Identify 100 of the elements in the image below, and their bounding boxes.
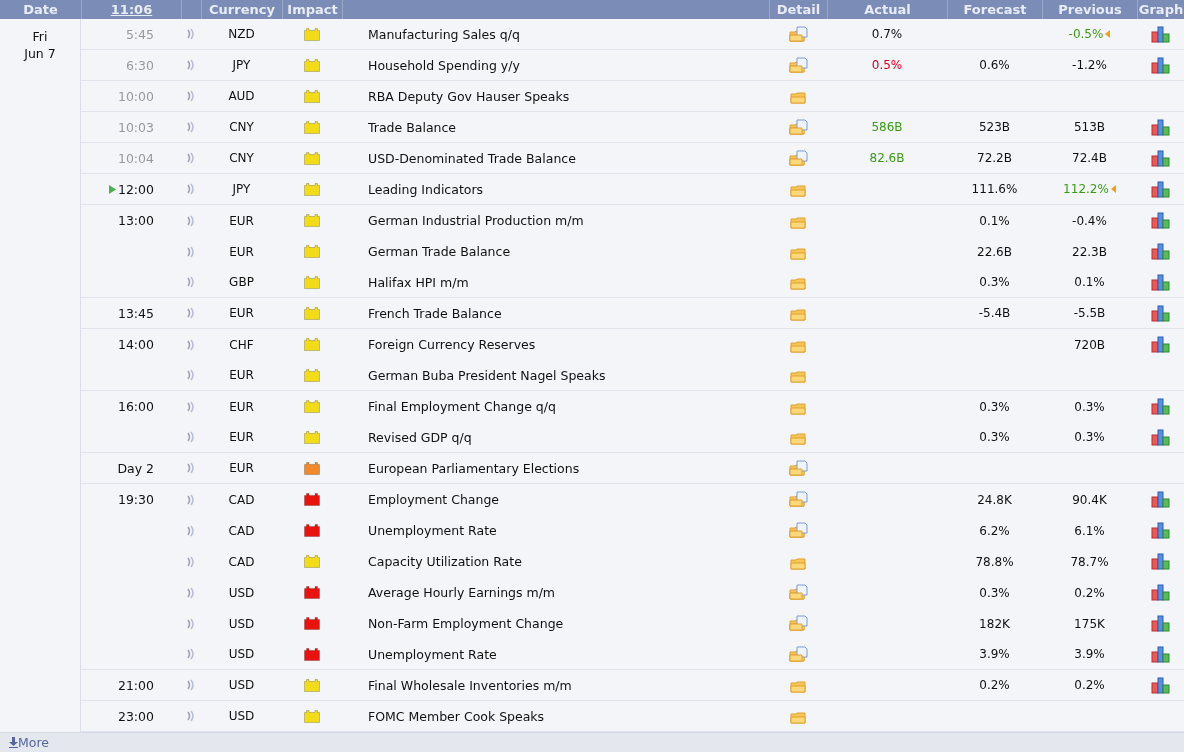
bar-chart-icon[interactable] — [1150, 491, 1170, 508]
bar-chart-icon[interactable] — [1150, 243, 1170, 260]
event-title[interactable]: Non-Farm Employment Change — [368, 616, 564, 631]
folder-document-icon[interactable] — [788, 584, 808, 601]
event-time: 23:00 — [117, 708, 154, 724]
previous-value: 90.4K — [1072, 492, 1107, 507]
event-title[interactable]: Trade Balance — [368, 119, 457, 135]
actual-value: 82.6B — [869, 151, 905, 165]
event-time: Day 2 — [117, 460, 154, 476]
event-title[interactable]: Unemployment Rate — [368, 646, 497, 662]
forecast-value: 0.2% — [979, 678, 1010, 692]
folder-document-icon[interactable] — [788, 149, 808, 167]
sound-icon[interactable] — [187, 28, 195, 40]
sound-icon[interactable] — [187, 586, 195, 599]
bar-chart-icon[interactable] — [1150, 56, 1170, 74]
bar-chart-icon[interactable] — [1150, 25, 1170, 43]
bar-chart-icon[interactable] — [1150, 149, 1170, 167]
sound-icon[interactable] — [187, 276, 195, 288]
sound-icon[interactable] — [187, 524, 195, 537]
bar-chart-icon[interactable] — [1150, 118, 1170, 136]
event-title[interactable]: Revised GDP q/q — [368, 429, 472, 445]
sound-icon[interactable] — [187, 369, 195, 381]
bar-chart-icon[interactable] — [1150, 180, 1170, 198]
bar-chart-icon[interactable] — [1150, 553, 1170, 570]
forecast-value: 182K — [979, 616, 1010, 631]
sound-icon[interactable] — [187, 617, 195, 630]
sound-icon[interactable] — [187, 90, 195, 102]
sound-icon[interactable] — [187, 152, 195, 164]
bar-chart-icon[interactable] — [1150, 212, 1170, 229]
bar-chart-icon[interactable] — [1150, 645, 1170, 663]
bar-chart-icon[interactable] — [1150, 522, 1170, 539]
bar-chart-icon[interactable] — [1150, 336, 1170, 353]
event-time: 16:00 — [117, 399, 154, 414]
sound-icon[interactable] — [187, 710, 195, 722]
event-time: 19:30 — [117, 492, 154, 507]
event-title[interactable]: Employment Change — [368, 492, 500, 507]
play-icon — [108, 184, 116, 194]
event-title[interactable]: German Industrial Production m/m — [368, 213, 584, 228]
event-title[interactable]: Manufacturing Sales q/q — [368, 26, 520, 42]
sound-icon[interactable] — [187, 493, 195, 506]
event-title[interactable]: Final Wholesale Inventories m/m — [368, 677, 572, 693]
bar-chart-icon[interactable] — [1150, 676, 1170, 694]
event-title[interactable]: Capacity Utilization Rate — [368, 554, 522, 569]
event-title[interactable]: Foreign Currency Reserves — [368, 337, 536, 352]
bar-chart-icon[interactable] — [1150, 584, 1170, 601]
sound-icon[interactable] — [187, 121, 195, 133]
previous-value: 175K — [1074, 616, 1105, 631]
forecast-value: 6.2% — [979, 523, 1010, 538]
folder-document-icon[interactable] — [788, 56, 808, 74]
event-time: 14:00 — [117, 337, 154, 352]
sound-icon[interactable] — [187, 462, 195, 474]
event-title[interactable]: Halifax HPI m/m — [368, 274, 469, 290]
folder-document-icon[interactable] — [788, 522, 808, 539]
event-title[interactable]: Final Employment Change q/q — [368, 399, 556, 414]
event-title[interactable]: Household Spending y/y — [368, 57, 520, 73]
sound-icon[interactable] — [187, 59, 195, 71]
sound-icon[interactable] — [187, 183, 195, 195]
download-icon — [9, 737, 18, 748]
currency-code: CAD — [228, 492, 255, 507]
sound-icon[interactable] — [187, 431, 195, 443]
sound-icon[interactable] — [187, 307, 195, 319]
event-title[interactable]: European Parliamentary Elections — [368, 460, 580, 476]
sound-icon[interactable] — [187, 245, 195, 258]
forecast-value: 24.8K — [977, 492, 1012, 507]
sound-icon[interactable] — [187, 679, 195, 691]
folder-document-icon[interactable] — [788, 118, 808, 136]
folder-document-icon[interactable] — [788, 645, 808, 663]
sound-icon[interactable] — [187, 400, 195, 413]
currency-code: CAD — [228, 554, 255, 569]
forecast-value: 111.6% — [971, 182, 1018, 196]
bar-chart-icon[interactable] — [1150, 428, 1170, 446]
sound-icon[interactable] — [187, 214, 195, 227]
event-title[interactable]: French Trade Balance — [368, 305, 502, 321]
event-title[interactable]: German Trade Balance — [368, 244, 511, 259]
sound-icon[interactable] — [187, 338, 195, 351]
column-header: Forecast — [963, 2, 1027, 17]
event-time: 12:00 — [108, 181, 154, 197]
event-title[interactable]: Average Hourly Earnings m/m — [368, 585, 556, 600]
folder-document-icon[interactable] — [788, 459, 808, 477]
folder-document-icon[interactable] — [788, 25, 808, 43]
event-title[interactable]: FOMC Member Cook Speaks — [368, 708, 545, 724]
bar-chart-icon[interactable] — [1150, 615, 1170, 632]
folder-document-icon[interactable] — [788, 491, 808, 508]
sound-icon[interactable] — [187, 648, 195, 660]
sound-icon[interactable] — [187, 555, 195, 568]
more-link[interactable]: More — [18, 735, 49, 750]
bar-chart-icon[interactable] — [1150, 398, 1170, 415]
forecast-value: -5.4B — [978, 306, 1011, 320]
folder-document-icon[interactable] — [788, 615, 808, 632]
column-header: Impact — [287, 2, 338, 17]
event-title[interactable]: Unemployment Rate — [368, 523, 497, 538]
column-header: Previous — [1058, 2, 1122, 17]
bar-chart-icon[interactable] — [1150, 304, 1170, 322]
event-title[interactable]: RBA Deputy Gov Hauser Speaks — [368, 88, 570, 104]
bar-chart-icon[interactable] — [1150, 273, 1170, 291]
event-title[interactable]: USD-Denominated Trade Balance — [368, 150, 576, 166]
event-title[interactable]: German Buba President Nagel Speaks — [368, 367, 606, 383]
actual-value: 0.7% — [871, 27, 903, 41]
column-header: Detail — [776, 2, 821, 17]
event-title[interactable]: Leading Indicators — [368, 181, 484, 197]
